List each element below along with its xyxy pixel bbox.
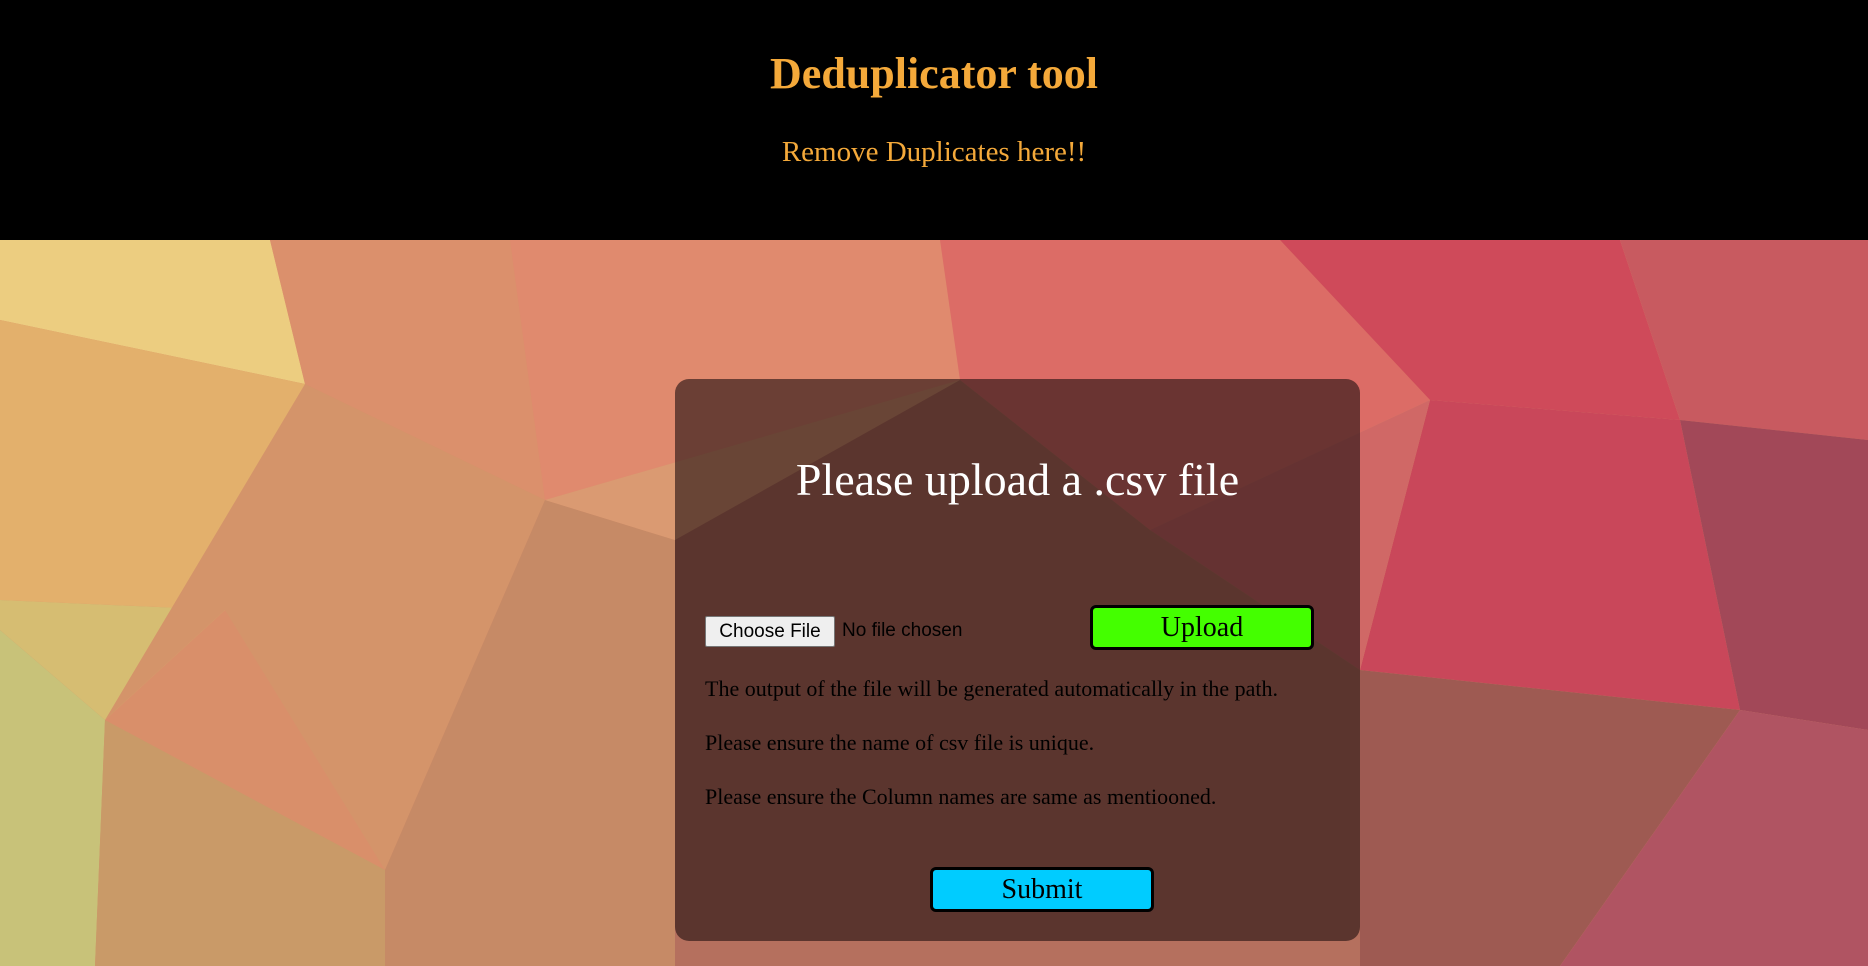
upload-card: Please upload a .csv file Choose File No…	[675, 379, 1360, 941]
unique-name-note: Please ensure the name of csv file is un…	[705, 730, 1095, 755]
page-subtitle: Remove Duplicates here!!	[781, 136, 1087, 168]
file-status-text: No file chosen	[842, 620, 963, 641]
submit-button[interactable]: Submit	[930, 867, 1154, 912]
choose-file-button[interactable]: Choose File	[705, 616, 835, 647]
upload-button[interactable]: Upload	[1090, 605, 1314, 650]
page-title: Deduplicator tool	[770, 49, 1098, 98]
card-title: Please upload a .csv file	[795, 454, 1240, 505]
column-names-note: Please ensure the Column names are same …	[705, 784, 1217, 809]
page-header: Deduplicator tool Remove Duplicates here…	[0, 0, 1868, 240]
output-path-note: The output of the file will be generated…	[705, 676, 1279, 701]
